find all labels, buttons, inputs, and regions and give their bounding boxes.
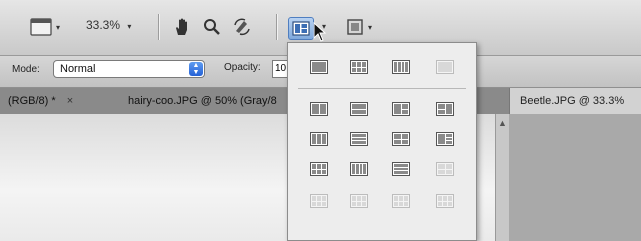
two-up-vertical-icon[interactable]	[310, 102, 328, 116]
eight-up-disabled-icon	[392, 194, 410, 208]
arrange-documents-menu	[287, 42, 477, 241]
four-up-horizontal-icon[interactable]	[392, 162, 410, 176]
document-tab-2[interactable]: hairy-coo.JPG @ 50% (Gray/8	[128, 88, 286, 114]
six-up-icon[interactable]	[310, 162, 328, 176]
arrange-documents-icon	[292, 21, 310, 36]
four-up-icon[interactable]	[392, 132, 410, 146]
document-tab-1-label: (RGB/8) *	[8, 95, 56, 107]
mode-value: Normal	[60, 63, 96, 75]
screen-extras-button[interactable]: ▾	[346, 16, 372, 38]
tile-all-vertically-icon[interactable]	[392, 60, 410, 74]
screen-mode-arrow: ▾	[56, 22, 61, 32]
zoom-level-dropdown[interactable]: 33.3% ▾	[86, 18, 131, 32]
document-tab-1[interactable]: (RGB/8) * ×	[8, 88, 73, 114]
mouse-pointer-icon	[313, 22, 327, 42]
eight-up-stacked-disabled-icon	[436, 194, 454, 208]
tab-close-icon[interactable]: ×	[67, 95, 73, 107]
three-up-horizontal-icon[interactable]	[392, 102, 410, 116]
toolbar-separator	[158, 14, 159, 40]
opacity-label: Opacity:	[224, 62, 261, 73]
mode-label: Mode:	[12, 64, 40, 75]
three-up-stacked-icon[interactable]	[436, 102, 454, 116]
screen-extras-icon	[347, 19, 363, 35]
screen-mode-icon	[30, 18, 52, 36]
mode-select[interactable]: Normal ▲ ▼	[53, 60, 205, 78]
zoom-tool-icon	[204, 19, 220, 35]
rotate-view-button[interactable]	[230, 16, 254, 38]
three-up-horizontal-rows-icon[interactable]	[350, 132, 368, 146]
four-up-stacked-icon[interactable]	[436, 132, 454, 146]
vertical-scrollbar[interactable]: ▲	[495, 114, 509, 241]
six-up-vertical-disabled-icon	[350, 194, 368, 208]
menu-separator	[298, 88, 466, 89]
mode-stepper-icon: ▲ ▼	[189, 62, 203, 76]
screen-extras-arrow: ▾	[368, 22, 373, 32]
scroll-up-arrow-icon[interactable]: ▲	[498, 118, 507, 128]
hand-tool-icon	[176, 18, 187, 35]
zoom-tool-button[interactable]	[200, 16, 224, 38]
four-up-vertical-icon[interactable]	[350, 162, 368, 176]
screen-mode-button[interactable]: ▾	[30, 16, 60, 38]
six-up-disabled-icon	[310, 194, 328, 208]
five-up-disabled-icon	[436, 162, 454, 176]
toolbar-separator	[276, 14, 277, 40]
document-canvas-right	[509, 114, 641, 241]
tile-all-in-grid-icon[interactable]	[350, 60, 368, 74]
consolidate-all-to-tabs-icon[interactable]	[310, 60, 328, 74]
two-up-horizontal-icon[interactable]	[350, 102, 368, 116]
three-up-vertical-icon[interactable]	[310, 132, 328, 146]
zoom-level-arrow: ▾	[127, 22, 132, 31]
float-all-in-windows-icon[interactable]	[436, 60, 454, 74]
opacity-value: 10	[275, 63, 287, 74]
hand-tool-button[interactable]	[170, 16, 194, 38]
zoom-level-value: 33.3%	[86, 18, 121, 32]
document-tab-3-label: Beetle.JPG @ 33.3%	[520, 95, 625, 107]
document-tab-3[interactable]: Beetle.JPG @ 33.3%	[509, 88, 641, 114]
rotate-view-icon	[234, 18, 250, 36]
arrange-documents-button[interactable]	[288, 17, 314, 40]
document-tab-2-label: hairy-coo.JPG @ 50% (Gray/8	[128, 95, 277, 107]
